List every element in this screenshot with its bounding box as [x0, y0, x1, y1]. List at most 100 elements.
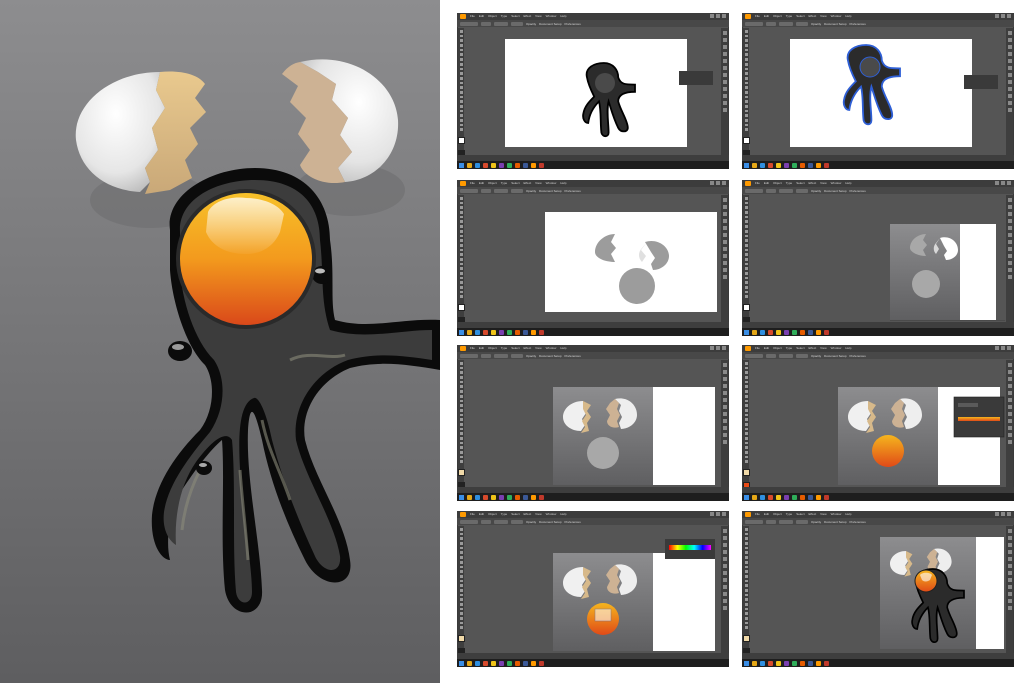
- menu-file[interactable]: File: [470, 511, 475, 518]
- windows-start-icon[interactable]: [459, 162, 464, 168]
- fill-swatch[interactable]: [457, 469, 465, 476]
- tool-icon[interactable]: [744, 380, 748, 384]
- tool-icon[interactable]: [459, 460, 463, 464]
- tool-icon[interactable]: [459, 229, 463, 233]
- panel-icon[interactable]: [722, 419, 727, 423]
- tool-icon[interactable]: [459, 257, 463, 261]
- tool-icon[interactable]: [744, 243, 748, 247]
- tool-icon[interactable]: [744, 584, 748, 587]
- panel-icon[interactable]: [722, 59, 727, 63]
- menu-select[interactable]: Select: [511, 180, 519, 187]
- tool-icon[interactable]: [744, 542, 748, 545]
- panel-icon[interactable]: [1007, 247, 1012, 251]
- panel-icon[interactable]: [1007, 233, 1012, 237]
- control-label-document-setup[interactable]: Document Setup: [824, 189, 846, 193]
- tool-icon[interactable]: [459, 253, 463, 256]
- tool-icon[interactable]: [744, 105, 748, 108]
- close-icon[interactable]: [722, 181, 726, 185]
- tool-icon[interactable]: [744, 446, 748, 450]
- taskbar-app-icon[interactable]: [499, 329, 504, 335]
- panel-icon[interactable]: [722, 412, 727, 416]
- panel-icon[interactable]: [722, 275, 727, 279]
- minimize-icon[interactable]: [995, 512, 999, 516]
- panel-icon[interactable]: [1007, 384, 1012, 388]
- canvas-drawing[interactable]: [465, 367, 720, 486]
- tool-icon[interactable]: [459, 197, 463, 200]
- menu-file[interactable]: File: [755, 345, 760, 352]
- taskbar-app-icon[interactable]: [776, 660, 781, 666]
- panel-icon[interactable]: [1007, 578, 1012, 582]
- panel-icon[interactable]: [722, 529, 727, 533]
- panel-icon[interactable]: [722, 247, 727, 251]
- control-field-4[interactable]: [511, 353, 523, 358]
- taskbar-app-icon[interactable]: [475, 329, 480, 335]
- panel-icon[interactable]: [722, 80, 727, 84]
- control-label-opacity[interactable]: Opacity: [811, 520, 821, 524]
- menu-window[interactable]: Window: [831, 180, 842, 187]
- panel-icon[interactable]: [1007, 363, 1012, 367]
- close-icon[interactable]: [1007, 181, 1011, 185]
- tool-icon[interactable]: [459, 626, 463, 630]
- taskbar-app-icon[interactable]: [808, 494, 813, 500]
- tool-icon[interactable]: [459, 272, 463, 275]
- control-field-2[interactable]: [481, 21, 491, 26]
- control-label-document-setup[interactable]: Document Setup: [539, 354, 561, 358]
- menu-window[interactable]: Window: [831, 13, 842, 20]
- panel-icon[interactable]: [722, 66, 727, 70]
- menu-help[interactable]: Help: [560, 180, 566, 187]
- taskbar-app-icon[interactable]: [792, 329, 797, 335]
- panel-icon[interactable]: [1007, 59, 1012, 63]
- tool-icon[interactable]: [459, 584, 463, 587]
- menu-select[interactable]: Select: [511, 13, 519, 20]
- control-label-opacity[interactable]: Opacity: [526, 520, 536, 524]
- control-label-opacity[interactable]: Opacity: [526, 354, 536, 358]
- tool-icon[interactable]: [459, 446, 463, 450]
- fill-swatch[interactable]: [457, 635, 465, 642]
- tool-icon[interactable]: [459, 211, 463, 214]
- taskbar-app-icon[interactable]: [467, 660, 472, 666]
- taskbar-app-icon[interactable]: [824, 329, 829, 335]
- menu-object[interactable]: Object: [773, 345, 782, 352]
- maximize-icon[interactable]: [716, 346, 720, 350]
- menu-edit[interactable]: Edit: [764, 180, 769, 187]
- taskbar-app-icon[interactable]: [475, 660, 480, 666]
- tool-icon[interactable]: [744, 290, 748, 294]
- tool-icon[interactable]: [459, 123, 463, 127]
- panel-icon[interactable]: [1007, 73, 1012, 77]
- canvas-drawing[interactable]: [750, 35, 1005, 154]
- tool-icon[interactable]: [744, 58, 748, 61]
- panel-icon[interactable]: [722, 108, 727, 112]
- panel-icon[interactable]: [722, 440, 727, 444]
- tool-icon[interactable]: [744, 593, 748, 597]
- tool-icon[interactable]: [459, 44, 463, 47]
- menu-edit[interactable]: Edit: [479, 345, 484, 352]
- tool-icon[interactable]: [459, 67, 463, 71]
- menu-select[interactable]: Select: [511, 345, 519, 352]
- taskbar-app-icon[interactable]: [792, 660, 797, 666]
- tool-icon[interactable]: [744, 366, 748, 370]
- panel-icon[interactable]: [722, 550, 727, 554]
- panel-icon[interactable]: [722, 261, 727, 265]
- tool-icon[interactable]: [744, 248, 748, 252]
- panel-icon[interactable]: [1007, 585, 1012, 589]
- tool-icon[interactable]: [459, 362, 463, 365]
- menu-object[interactable]: Object: [488, 13, 497, 20]
- menu-select[interactable]: Select: [796, 511, 804, 518]
- tool-icon[interactable]: [744, 44, 748, 47]
- close-icon[interactable]: [722, 512, 726, 516]
- taskbar-app-icon[interactable]: [768, 162, 773, 168]
- tool-icon[interactable]: [744, 570, 748, 573]
- taskbar-app-icon[interactable]: [800, 329, 805, 335]
- panel-icon[interactable]: [722, 426, 727, 430]
- tool-icon[interactable]: [744, 394, 748, 398]
- panel-icon[interactable]: [1007, 377, 1012, 381]
- taskbar-app-icon[interactable]: [483, 494, 488, 500]
- taskbar-app-icon[interactable]: [499, 660, 504, 666]
- tool-icon[interactable]: [744, 390, 748, 393]
- panel-icon[interactable]: [722, 606, 727, 610]
- panel-icon[interactable]: [722, 219, 727, 223]
- taskbar-app-icon[interactable]: [483, 660, 488, 666]
- panel-icon[interactable]: [1007, 419, 1012, 423]
- panel-icon[interactable]: [722, 52, 727, 56]
- panel-icon[interactable]: [1007, 529, 1012, 533]
